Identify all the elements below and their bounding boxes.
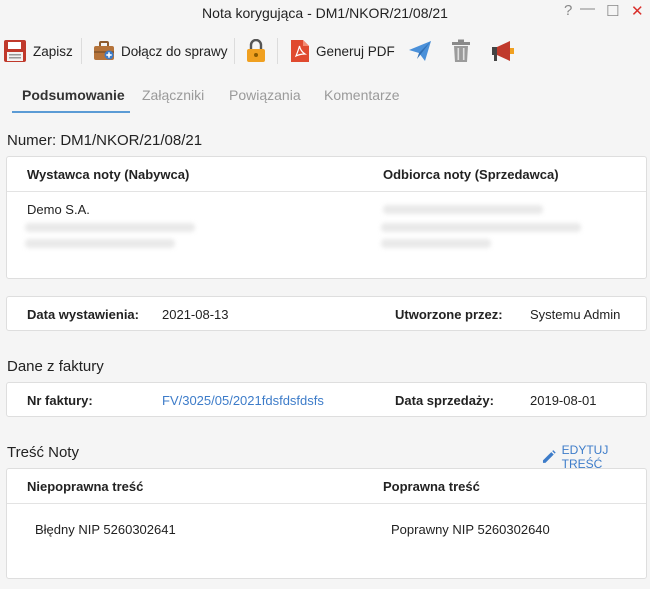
megaphone-icon	[492, 41, 514, 61]
active-tab-indicator	[12, 111, 130, 113]
window-title: Nota korygująca - DM1/NKOR/21/08/21	[202, 5, 448, 21]
redacted-text	[381, 223, 581, 232]
briefcase-icon	[94, 41, 114, 60]
sale-date-label: Data sprzedaży:	[395, 393, 494, 408]
document-number: Numer: DM1/NKOR/21/08/21	[7, 132, 203, 149]
redacted-text	[381, 239, 491, 248]
note-content-card: Niepoprawna treść Poprawna treść Błędny …	[6, 468, 647, 579]
redacted-text	[383, 205, 543, 214]
toolbar-divider	[234, 38, 235, 64]
edit-content-button[interactable]: EDYTUJ TREŚĆ	[542, 443, 650, 471]
pencil-icon	[542, 450, 556, 463]
correct-content-label: Poprawna treść	[383, 479, 480, 494]
invoice-card: Nr faktury: FV/3025/05/2021fdsfdsfdsfs D…	[6, 382, 647, 417]
save-label: Zapisz	[33, 43, 73, 59]
note-content-section-title: Treść Noty	[7, 444, 79, 461]
pdf-icon	[291, 40, 309, 62]
issue-date-value: 2021-08-13	[162, 307, 229, 322]
maximize-button[interactable]: ☐	[606, 2, 619, 20]
generate-pdf-button[interactable]: Generuj PDF	[290, 34, 395, 68]
toolbar-divider	[81, 38, 82, 64]
correct-content-value: Poprawny NIP 5260302640	[391, 522, 550, 537]
incorrect-content-value: Błędny NIP 5260302641	[35, 522, 176, 537]
lock-icon	[247, 39, 265, 62]
lock-button[interactable]	[246, 34, 266, 68]
issuer-name: Demo S.A.	[27, 202, 90, 217]
recipient-label: Odbiorca noty (Sprzedawca)	[383, 167, 559, 182]
paper-plane-icon	[409, 41, 431, 61]
tab-summary[interactable]: Podsumowanie	[22, 87, 125, 103]
tab-relations[interactable]: Powiązania	[229, 87, 301, 103]
tab-comments[interactable]: Komentarze	[324, 87, 399, 103]
send-button[interactable]	[408, 34, 432, 68]
sale-date-value: 2019-08-01	[530, 393, 597, 408]
attach-to-case-button[interactable]: Dołącz do sprawy	[93, 34, 228, 68]
issue-date-label: Data wystawienia:	[27, 307, 139, 322]
info-card: Data wystawienia: 2021-08-13 Utworzone p…	[6, 296, 647, 331]
incorrect-content-label: Niepoprawna treść	[27, 479, 144, 494]
generate-pdf-label: Generuj PDF	[316, 43, 395, 59]
close-button[interactable]: ✕	[631, 2, 644, 20]
invoice-number-label: Nr faktury:	[27, 393, 93, 408]
issuer-label: Wystawca noty (Nabywca)	[27, 167, 190, 182]
delete-button[interactable]	[451, 34, 471, 68]
trash-icon	[452, 39, 470, 62]
tab-bar: Podsumowanie Załączniki Powiązania Komen…	[0, 82, 650, 114]
invoice-section-title: Dane z faktury	[7, 358, 104, 375]
help-button[interactable]: ?	[564, 2, 572, 19]
redacted-text	[25, 239, 175, 248]
created-by-label: Utworzone przez:	[395, 307, 503, 322]
created-by-value: Systemu Admin	[530, 307, 621, 322]
minimize-button[interactable]: —	[580, 0, 595, 17]
redacted-text	[25, 223, 195, 232]
attach-label: Dołącz do sprawy	[121, 43, 228, 59]
edit-content-label: EDYTUJ TREŚĆ	[561, 443, 609, 471]
parties-card: Wystawca noty (Nabywca) Odbiorca noty (S…	[6, 156, 647, 279]
tab-attachments[interactable]: Załączniki	[142, 87, 204, 103]
floppy-disk-icon	[4, 40, 26, 62]
title-bar: Nota korygująca - DM1/NKOR/21/08/21 ? — …	[0, 0, 650, 26]
toolbar-divider	[277, 38, 278, 64]
invoice-number-link[interactable]: FV/3025/05/2021fdsfdsfdsfs	[162, 393, 324, 408]
toolbar: Zapisz Dołącz do sprawy Generuj PDF	[0, 34, 650, 70]
announce-button[interactable]	[490, 34, 516, 68]
save-button[interactable]: Zapisz	[3, 34, 73, 68]
